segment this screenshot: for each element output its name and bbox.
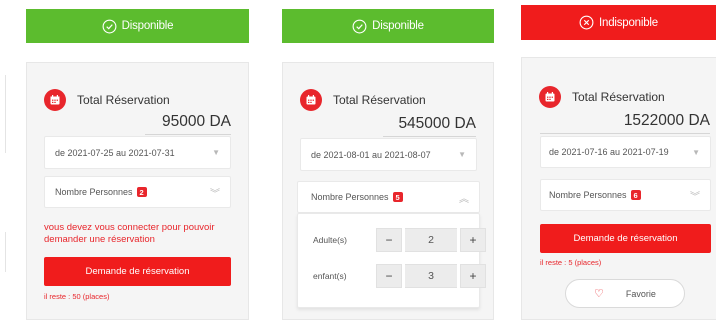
status-bar-available: Disponible — [282, 9, 494, 43]
left-divider — [5, 75, 6, 153]
card-title: Total Réservation — [572, 90, 665, 104]
date-range-value: de 2021-07-16 au 2021-07-19 — [549, 147, 669, 157]
date-range-select[interactable]: de 2021-08-01 au 2021-08-07 ▼ — [300, 138, 477, 171]
adults-value[interactable]: 2 — [405, 228, 457, 252]
status-bar-available: Disponible — [26, 9, 249, 43]
favorite-label: Favorie — [625, 288, 656, 299]
price-divider — [540, 133, 710, 134]
price-divider — [145, 134, 231, 135]
persons-count-badge: 2 — [136, 187, 147, 197]
double-chevron-down-icon: ︾ — [690, 191, 700, 203]
status-label: Disponible — [121, 20, 174, 32]
persons-dropdown-panel: Adulte(s) − 2 + enfant(s) − 3 + — [297, 213, 486, 308]
persons-count-badge: 5 — [392, 192, 403, 202]
calendar-icon — [539, 86, 561, 108]
reservation-card: Total Réservation 95000 DA de 2021-07-25… — [26, 62, 249, 320]
date-range-value: de 2021-07-25 au 2021-07-31 — [55, 147, 175, 158]
remaining-places: il reste : 50 (places) — [44, 292, 110, 301]
total-price: 95000 DA — [162, 113, 231, 130]
status-bar-unavailable: Indisponible — [521, 5, 716, 40]
chevron-down-icon: ▼ — [458, 150, 466, 159]
chevron-down-icon: ▼ — [692, 147, 700, 157]
adults-minus-button[interactable]: − — [376, 228, 402, 252]
date-range-value: de 2021-08-01 au 2021-08-07 — [311, 149, 431, 160]
children-label: enfant(s) — [313, 271, 347, 281]
check-circle-icon — [102, 19, 117, 34]
children-stepper: enfant(s) − 3 + — [313, 264, 486, 288]
request-reservation-button[interactable]: Demande de réservation — [540, 224, 711, 253]
status-label: Disponible — [372, 20, 424, 32]
card-title: Total Réservation — [77, 93, 170, 107]
left-divider-lower — [5, 232, 6, 272]
total-price: 545000 DA — [398, 115, 476, 132]
persons-select[interactable]: Nombre Personnes 5 ︽ — [297, 181, 480, 213]
date-range-select[interactable]: de 2021-07-25 au 2021-07-31 ▼ — [44, 136, 231, 169]
x-circle-icon — [579, 15, 594, 30]
login-required-message: vous devez vous connecter pour pouvoir d… — [44, 222, 215, 245]
adults-label: Adulte(s) — [313, 235, 348, 245]
reservation-card: Total Réservation 1522000 DA de 2021-07-… — [521, 57, 716, 320]
persons-label: Nombre Personnes — [549, 190, 627, 200]
persons-label: Nombre Personnes — [311, 192, 389, 202]
persons-select[interactable]: Nombre Personnes 2 ︾ — [44, 176, 231, 208]
price-divider — [383, 136, 476, 137]
children-value[interactable]: 3 — [405, 264, 457, 288]
persons-label: Nombre Personnes — [55, 187, 133, 197]
reservation-card: Total Réservation 545000 DA de 2021-08-0… — [282, 62, 494, 320]
persons-count-badge: 6 — [630, 190, 641, 200]
date-range-select[interactable]: de 2021-07-16 au 2021-07-19 ▼ — [540, 136, 711, 168]
persons-select[interactable]: Nombre Personnes 6 ︾ — [540, 179, 711, 211]
adults-stepper: Adulte(s) − 2 + — [313, 228, 486, 252]
card-title: Total Réservation — [333, 93, 426, 107]
favorite-button[interactable]: ♡ Favorie — [565, 279, 685, 308]
check-circle-icon — [352, 19, 367, 34]
children-plus-button[interactable]: + — [460, 264, 486, 288]
card-header: Total Réservation — [300, 89, 426, 111]
double-chevron-down-icon: ︾ — [210, 188, 220, 200]
adults-plus-button[interactable]: + — [460, 228, 486, 252]
calendar-icon — [300, 89, 322, 111]
double-chevron-up-icon: ︽ — [459, 193, 469, 205]
total-price: 1522000 DA — [623, 112, 710, 129]
request-reservation-button[interactable]: Demande de réservation — [44, 257, 231, 286]
card-header: Total Réservation — [44, 89, 170, 111]
heart-icon: ♡ — [594, 288, 604, 300]
children-minus-button[interactable]: − — [376, 264, 402, 288]
chevron-down-icon: ▼ — [212, 148, 220, 157]
card-header: Total Réservation — [539, 86, 665, 108]
calendar-icon — [44, 89, 66, 111]
remaining-places: il reste : 5 (places) — [540, 258, 602, 267]
status-label: Indisponible — [599, 16, 658, 29]
